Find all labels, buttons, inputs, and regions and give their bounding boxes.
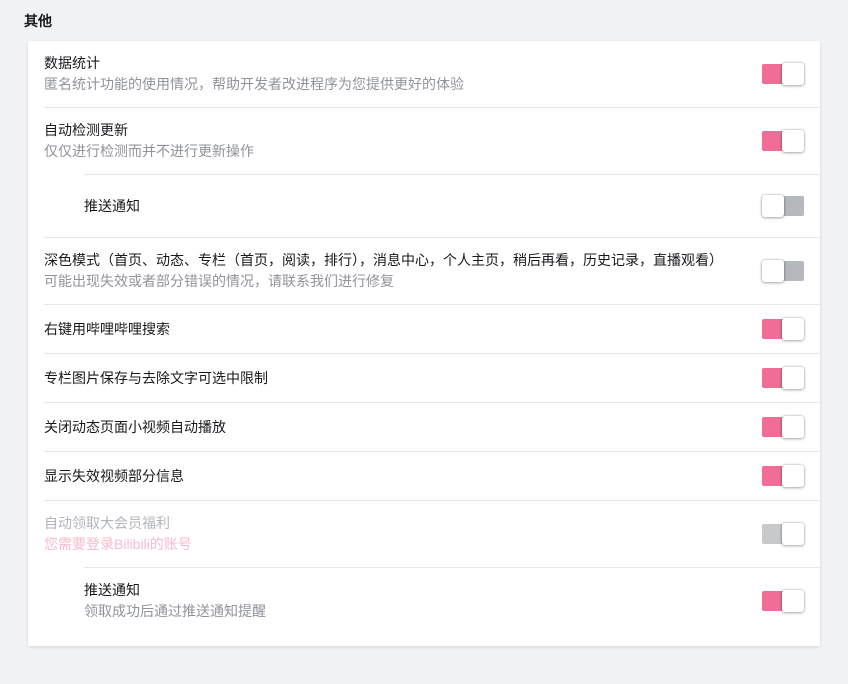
setting-label: 关闭动态页面小视频自动播放 — [44, 417, 226, 438]
setting-text: 关闭动态页面小视频自动播放 — [44, 417, 238, 438]
toggle-switch[interactable] — [762, 590, 804, 612]
setting-description: 您需要登录Bilibili的账号 — [44, 534, 192, 555]
setting-row-article-image-save: 专栏图片保存与去除文字可选中限制 — [44, 353, 820, 402]
setting-label: 推送通知 — [84, 196, 140, 217]
toggle-knob — [782, 416, 804, 438]
setting-text: 显示失效视频部分信息 — [44, 466, 196, 487]
toggle-knob — [782, 590, 804, 612]
toggle-knob — [762, 260, 784, 282]
setting-row-push-notification-claim: 推送通知 领取成功后通过推送通知提醒 — [84, 567, 820, 634]
setting-row-dark-mode: 深色模式（首页、动态、专栏（首页，阅读，排行），消息中心，个人主页，稍后再看，历… — [44, 237, 820, 304]
setting-label: 专栏图片保存与去除文字可选中限制 — [44, 368, 268, 389]
settings-page: 其他 数据统计 匿名统计功能的使用情况，帮助开发者改进程序为您提供更好的体验 自… — [0, 11, 848, 646]
setting-label: 显示失效视频部分信息 — [44, 466, 184, 487]
setting-text: 自动领取大会员福利 您需要登录Bilibili的账号 — [44, 513, 204, 555]
toggle-knob — [782, 130, 804, 152]
setting-text: 数据统计 匿名统计功能的使用情况，帮助开发者改进程序为您提供更好的体验 — [44, 53, 476, 95]
toggle-knob — [782, 367, 804, 389]
setting-text: 自动检测更新 仅仅进行检测而并不进行更新操作 — [44, 120, 266, 162]
setting-description: 仅仅进行检测而并不进行更新操作 — [44, 141, 254, 162]
setting-row-auto-claim-vip-benefits: 自动领取大会员福利 您需要登录Bilibili的账号 — [44, 500, 820, 567]
section-title: 其他 — [24, 11, 848, 31]
setting-text: 专栏图片保存与去除文字可选中限制 — [44, 368, 280, 389]
toggle-switch[interactable] — [762, 367, 804, 389]
setting-description: 匿名统计功能的使用情况，帮助开发者改进程序为您提供更好的体验 — [44, 74, 464, 95]
toggle-knob — [782, 318, 804, 340]
setting-row-show-invalid-video-info: 显示失效视频部分信息 — [44, 451, 820, 500]
setting-text: 右键用哔哩哔哩搜索 — [44, 319, 182, 340]
toggle-switch[interactable] — [762, 195, 804, 217]
toggle-switch[interactable] — [762, 260, 804, 282]
setting-row-right-click-search: 右键用哔哩哔哩搜索 — [44, 304, 820, 353]
setting-row-push-notification-update: 推送通知 — [84, 174, 820, 237]
toggle-knob — [782, 465, 804, 487]
setting-text: 推送通知 领取成功后通过推送通知提醒 — [84, 580, 278, 622]
setting-label: 右键用哔哩哔哩搜索 — [44, 319, 170, 340]
setting-label: 自动领取大会员福利 — [44, 513, 192, 534]
toggle-knob — [782, 523, 804, 545]
setting-row-data-statistics: 数据统计 匿名统计功能的使用情况，帮助开发者改进程序为您提供更好的体验 — [44, 41, 820, 107]
setting-label: 推送通知 — [84, 580, 266, 601]
toggle-switch[interactable] — [762, 465, 804, 487]
toggle-knob — [782, 63, 804, 85]
toggle-switch[interactable] — [762, 130, 804, 152]
toggle-switch[interactable] — [762, 63, 804, 85]
setting-description: 领取成功后通过推送通知提醒 — [84, 601, 266, 622]
toggle-switch[interactable] — [762, 523, 804, 545]
setting-label: 自动检测更新 — [44, 120, 254, 141]
setting-text: 深色模式（首页、动态、专栏（首页，阅读，排行），消息中心，个人主页，稍后再看，历… — [44, 250, 735, 292]
settings-panel: 数据统计 匿名统计功能的使用情况，帮助开发者改进程序为您提供更好的体验 自动检测… — [28, 41, 820, 646]
toggle-knob — [762, 195, 784, 217]
setting-text: 推送通知 — [84, 196, 152, 217]
setting-label: 数据统计 — [44, 53, 464, 74]
setting-label: 深色模式（首页、动态、专栏（首页，阅读，排行），消息中心，个人主页，稍后再看，历… — [44, 250, 723, 271]
setting-row-auto-update-check: 自动检测更新 仅仅进行检测而并不进行更新操作 — [44, 107, 820, 174]
toggle-switch[interactable] — [762, 416, 804, 438]
setting-row-disable-feed-video-autoplay: 关闭动态页面小视频自动播放 — [44, 402, 820, 451]
setting-description: 可能出现失效或者部分错误的情况，请联系我们进行修复 — [44, 271, 723, 292]
toggle-switch[interactable] — [762, 318, 804, 340]
